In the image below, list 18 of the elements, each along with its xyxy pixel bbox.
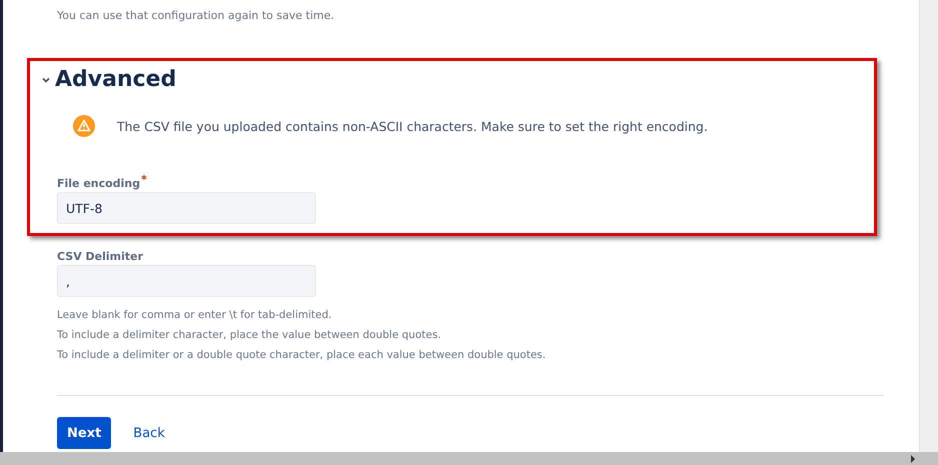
- help-text: To include a delimiter character, place the value between double quotes.: [57, 328, 442, 343]
- next-button[interactable]: Next: [57, 417, 112, 449]
- delimiter-field[interactable]: ,: [57, 265, 316, 297]
- intro-text: You can use that configuration again to save time.: [57, 8, 334, 24]
- help-text: Leave blank for comma or enter \t for tab-delimited.: [57, 308, 333, 323]
- warning-message: The CSV file you uploaded contains non-ASCII characters. Make sure to set the right encoding.: [117, 118, 708, 134]
- chevron-icon[interactable]: [41, 75, 51, 85]
- back-link[interactable]: Back: [123, 417, 175, 449]
- horizontal-scrollbar[interactable]: [0, 452, 938, 465]
- field-label: CSV Delimiter: [57, 250, 144, 263]
- section-title: Advanced: [55, 66, 176, 94]
- required-mark: *: [141, 173, 147, 188]
- vertical-scrollbar[interactable]: [919, 0, 938, 452]
- scroll-right-icon[interactable]: [910, 454, 916, 462]
- help-text: To include a delimiter or a double quote character, place each value between double quotes.: [57, 348, 546, 363]
- encoding-field[interactable]: UTF-8: [57, 192, 316, 224]
- field-label: File encoding: [57, 177, 140, 190]
- warning-icon: [73, 115, 95, 137]
